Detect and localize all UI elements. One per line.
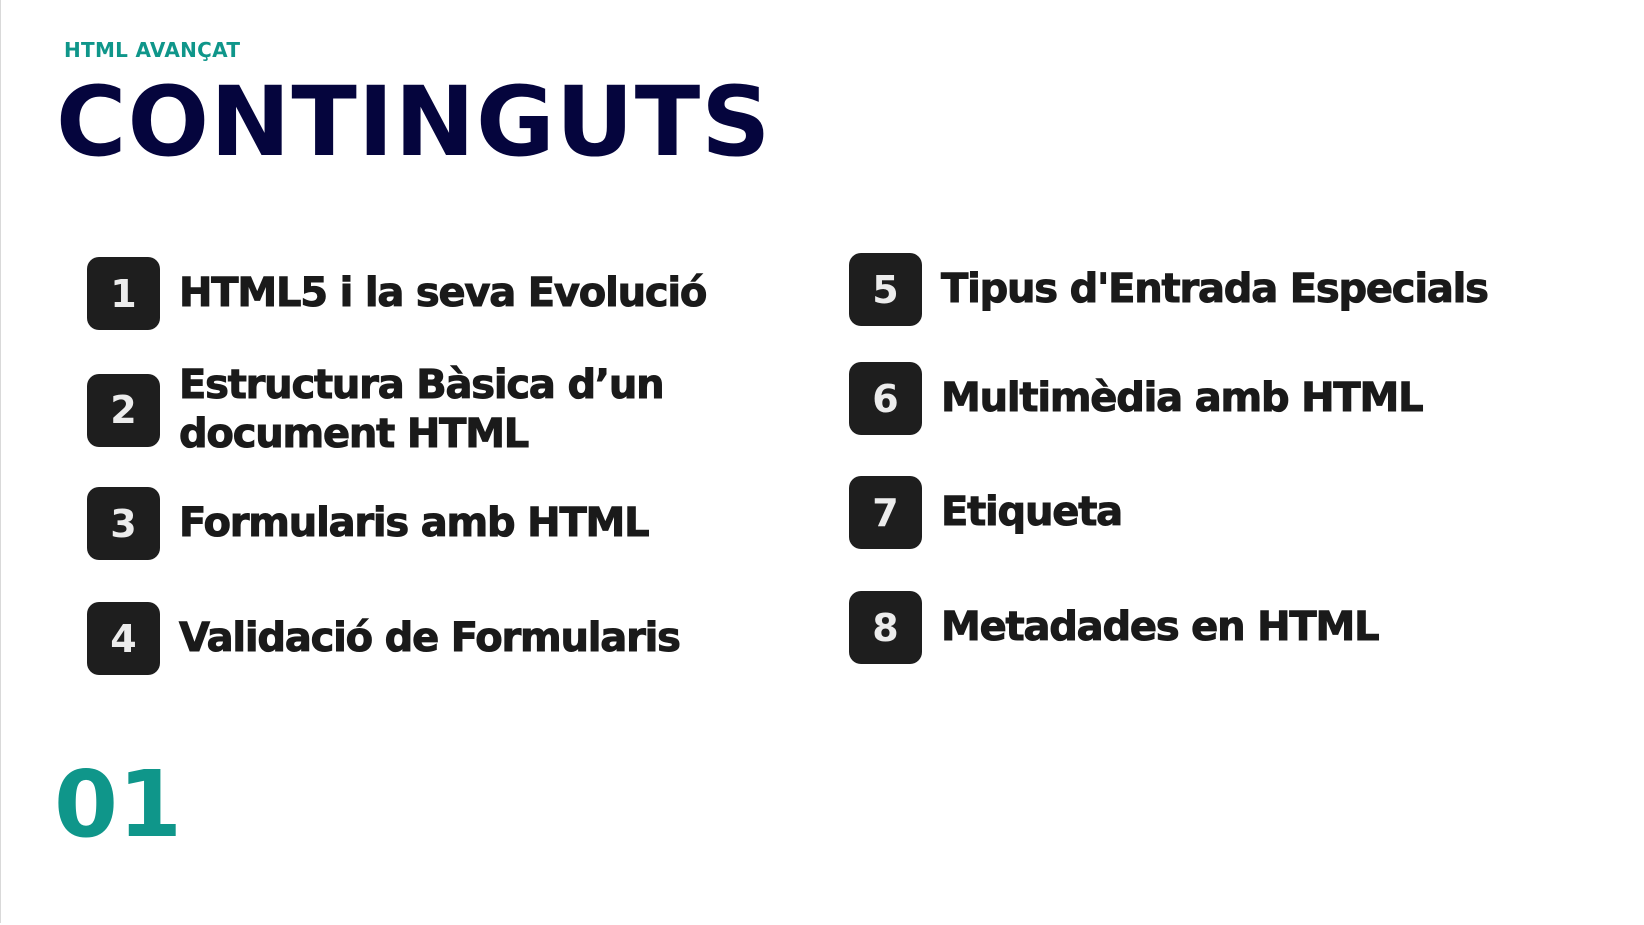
list-item-label: Metadades en HTML (940, 604, 1380, 651)
number-badge: 4 (87, 602, 160, 675)
list-item-label: Estructura Bàsica d’un document HTML (179, 362, 666, 458)
number-badge: 6 (849, 362, 922, 435)
number-badge: 1 (87, 257, 160, 330)
list-item-4: 4 Validació de Formularis (87, 602, 682, 675)
number-badge: 5 (849, 253, 922, 326)
number-badge: 3 (87, 487, 160, 560)
slide-subtitle: HTML AVANÇAT (64, 38, 241, 62)
list-item-8: 8 Metadades en HTML (849, 591, 1380, 664)
list-item-label: HTML5 i la seva Evolució (178, 270, 707, 317)
list-item-label: Tipus d'Entrada Especials (941, 266, 1490, 313)
slide-title: CONTINGUTS (56, 66, 772, 178)
slide-number: 01 (54, 751, 183, 858)
list-item-label: Etiqueta (941, 489, 1124, 536)
list-item-2: 2 Estructura Bàsica d’un document HTML (87, 361, 699, 459)
list-item-5: 5 Tipus d'Entrada Especials (849, 253, 1490, 326)
list-item-1: 1 HTML5 i la seva Evolució (87, 257, 708, 330)
number-badge: 8 (849, 591, 922, 664)
list-item-label: Multimèdia amb HTML (940, 375, 1424, 422)
list-item-label: Formularis amb HTML (178, 500, 650, 547)
list-item-3: 3 Formularis amb HTML (87, 487, 650, 560)
list-item-7: 7 Etiqueta (849, 476, 1124, 549)
list-item-6: 6 Multimèdia amb HTML (849, 362, 1424, 435)
list-item-label: Validació de Formularis (179, 615, 682, 662)
number-badge: 7 (849, 476, 922, 549)
number-badge: 2 (87, 373, 160, 447)
